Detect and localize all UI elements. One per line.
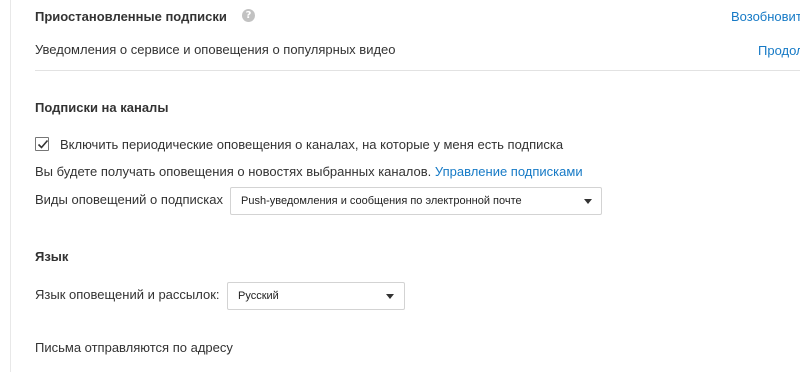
checkmark-icon xyxy=(37,139,49,149)
language-title: Язык xyxy=(35,249,69,264)
email-destination-text: Письма отправляются по адресу xyxy=(35,340,233,355)
manage-subscriptions-link[interactable]: Управление подписками xyxy=(435,164,583,179)
language-value: Русский xyxy=(238,290,279,302)
notification-types-value: Push-уведомления и сообщения по электрон… xyxy=(241,195,522,207)
language-label: Язык оповещений и рассылок: xyxy=(35,287,220,302)
left-border xyxy=(10,0,11,372)
periodic-alerts-checkbox[interactable] xyxy=(35,137,49,151)
subscriptions-title: Подписки на каналы xyxy=(35,100,169,115)
notification-types-select[interactable]: Push-уведомления и сообщения по электрон… xyxy=(230,187,602,215)
continue-link[interactable]: Продолжить xyxy=(758,43,800,58)
subscriptions-info-row: Вы будете получать оповещения о новостях… xyxy=(35,164,583,179)
resume-link[interactable]: Возобновить xyxy=(731,9,800,24)
subscriptions-info-text: Вы будете получать оповещения о новостях… xyxy=(35,164,432,179)
paused-subscriptions-title: Приостановленные подписки xyxy=(35,9,227,24)
paused-description: Уведомления о сервисе и оповещения о поп… xyxy=(35,42,396,57)
periodic-alerts-label[interactable]: Включить периодические оповещения о кана… xyxy=(60,137,563,152)
notification-types-label: Виды оповещений о подписках xyxy=(35,192,223,207)
chevron-down-icon xyxy=(386,294,394,299)
chevron-down-icon xyxy=(584,199,592,204)
section-divider xyxy=(35,70,800,71)
help-icon[interactable]: ? xyxy=(242,9,255,22)
language-select[interactable]: Русский xyxy=(227,282,405,310)
